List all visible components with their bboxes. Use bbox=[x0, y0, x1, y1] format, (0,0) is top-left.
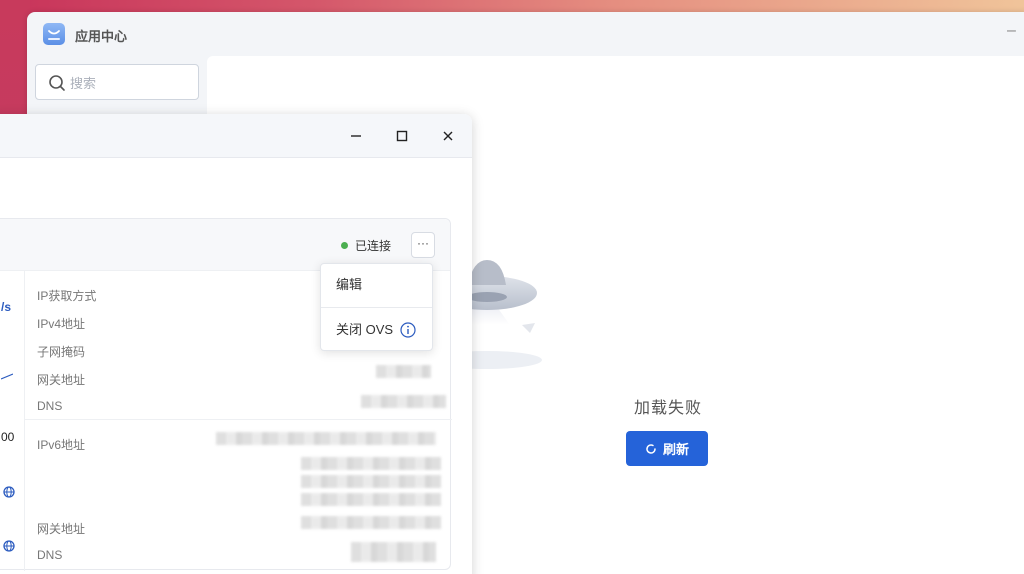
load-failed-message: 加载失败 bbox=[634, 400, 703, 417]
subnet-mask-label: 子网掩码 bbox=[37, 345, 86, 359]
refresh-icon bbox=[646, 443, 656, 454]
redacted-value bbox=[216, 432, 436, 445]
globe-icon bbox=[3, 540, 15, 552]
speed-unit: /s bbox=[1, 300, 12, 314]
shopping-bag-icon bbox=[43, 23, 65, 45]
more-options-menu: 编辑 关闭 OVS bbox=[320, 263, 433, 351]
column-divider bbox=[24, 271, 25, 571]
gateway-label: 网关地址 bbox=[37, 373, 86, 387]
redacted-value bbox=[301, 516, 441, 529]
search-icon bbox=[49, 75, 65, 91]
network-window-titlebar bbox=[0, 114, 472, 158]
section-divider bbox=[24, 419, 452, 420]
traffic-line bbox=[1, 373, 13, 380]
maximize-icon[interactable] bbox=[393, 127, 411, 145]
menu-divider bbox=[321, 307, 432, 308]
search-field[interactable] bbox=[35, 64, 199, 100]
info-icon[interactable] bbox=[400, 322, 416, 338]
ipv6-address-label: IPv6地址 bbox=[37, 438, 86, 452]
minimize-icon[interactable] bbox=[347, 127, 365, 145]
app-center-title: 应用中心 bbox=[75, 29, 128, 44]
app-center-titlebar: 应用中心 – bbox=[27, 12, 1024, 56]
ip-method-label: IP获取方式 bbox=[37, 289, 97, 303]
menu-item-disable-ovs-label: 关闭 OVS bbox=[336, 322, 394, 337]
ipv4-address-label: IPv4地址 bbox=[37, 317, 86, 331]
globe-icon bbox=[3, 486, 15, 498]
redacted-value bbox=[301, 475, 441, 488]
status-dot bbox=[341, 242, 348, 249]
more-options-button[interactable]: ··· bbox=[411, 232, 435, 258]
ipv6-gateway-label: 网关地址 bbox=[37, 522, 86, 536]
search-input[interactable] bbox=[70, 73, 190, 93]
redacted-value bbox=[301, 457, 441, 470]
close-icon[interactable] bbox=[439, 127, 457, 145]
connection-status: 已连接 bbox=[355, 239, 392, 253]
redacted-value bbox=[361, 395, 446, 408]
partial-value: 00 bbox=[1, 430, 15, 444]
redacted-value bbox=[351, 542, 436, 562]
redacted-value bbox=[376, 365, 431, 378]
redacted-value bbox=[301, 493, 441, 506]
refresh-label: 刷新 bbox=[662, 442, 689, 457]
menu-item-edit[interactable]: 编辑 bbox=[321, 264, 432, 306]
minimize-icon[interactable]: – bbox=[1007, 23, 1021, 39]
refresh-button[interactable]: 刷新 bbox=[626, 431, 708, 466]
dns-label: DNS bbox=[37, 399, 63, 413]
ipv6-dns-label: DNS bbox=[37, 548, 63, 562]
